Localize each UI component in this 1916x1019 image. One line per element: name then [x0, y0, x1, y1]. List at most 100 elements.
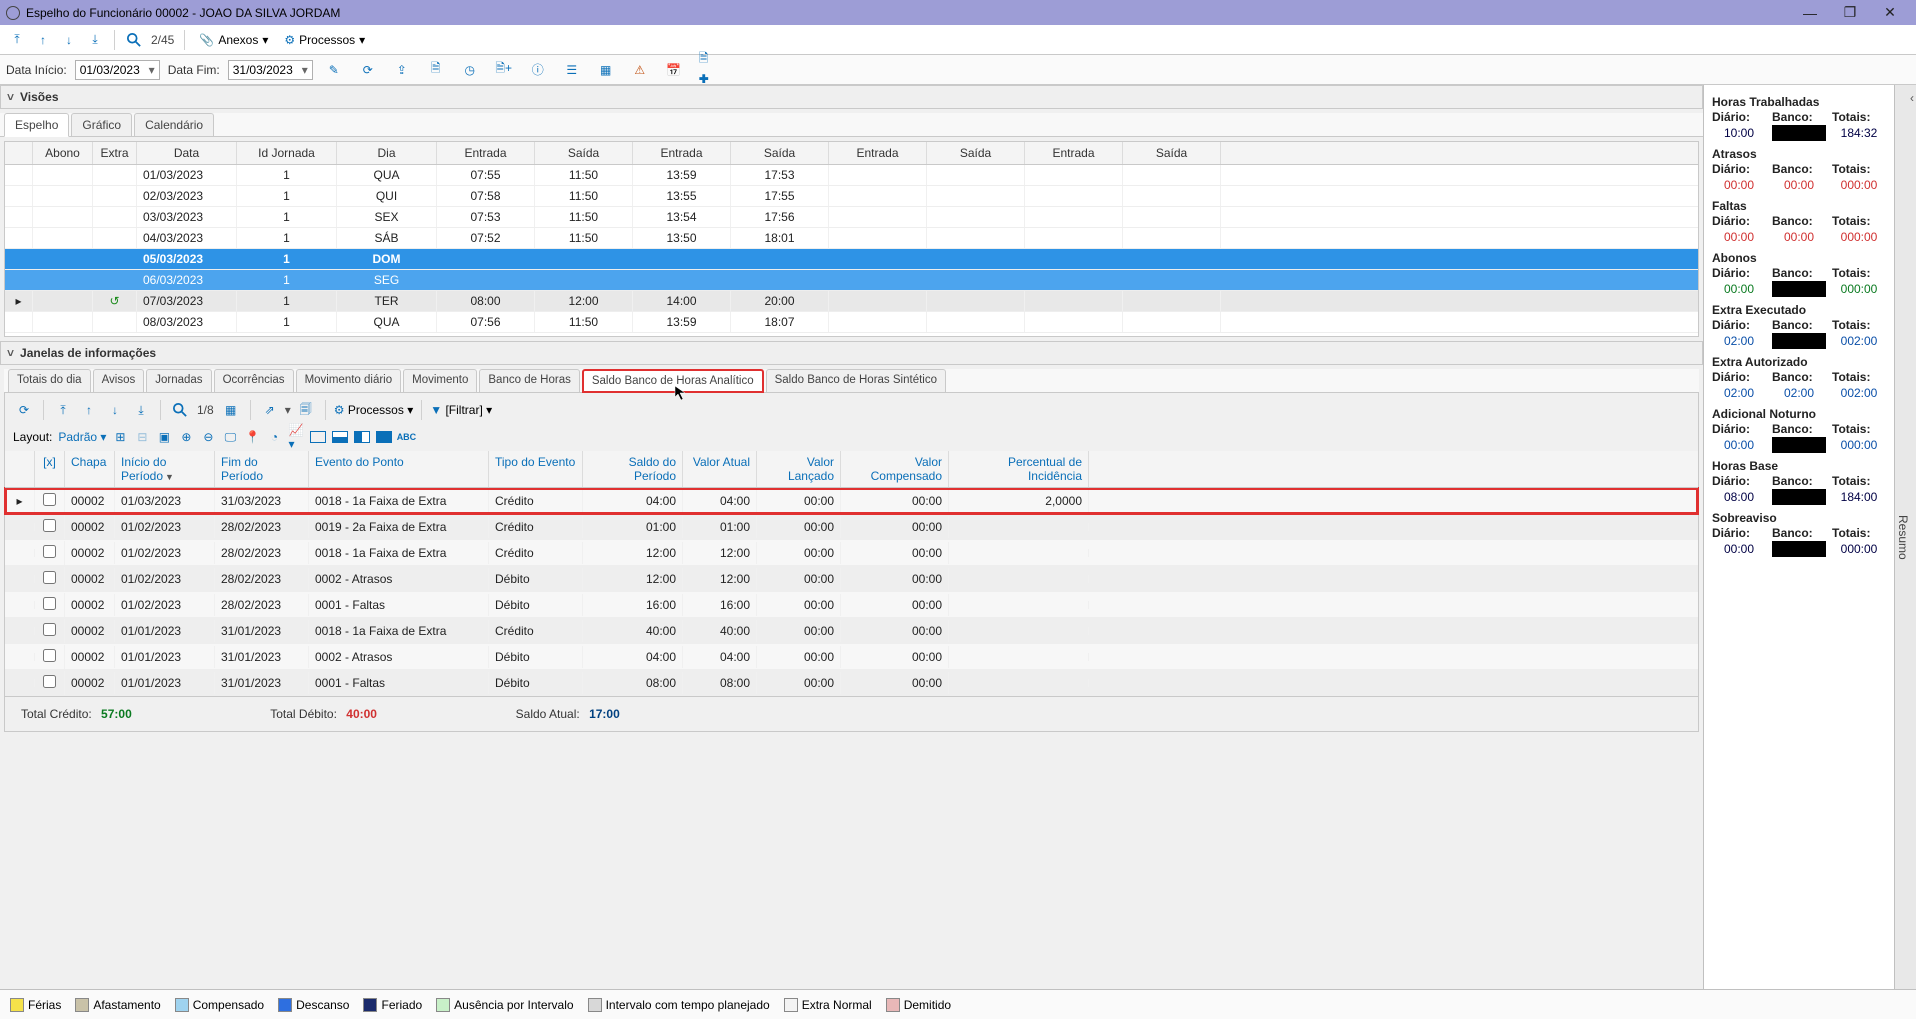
calendar-icon[interactable]: 📅 — [665, 61, 683, 79]
grid-row[interactable]: 01/03/20231QUA07:5511:5013:5917:53 — [5, 165, 1698, 186]
row-checkbox[interactable] — [43, 571, 56, 584]
clock-icon[interactable]: ◷ — [461, 61, 479, 79]
col-header[interactable]: Evento do Ponto — [309, 451, 489, 487]
tab-movimento-diário[interactable]: Movimento diário — [296, 369, 402, 392]
layout-icon[interactable]: ⊕ — [178, 429, 194, 445]
abc-icon[interactable]: ABC — [398, 429, 414, 445]
close-button[interactable]: ✕ — [1870, 4, 1910, 21]
row-checkbox[interactable] — [43, 649, 56, 662]
bottom-processos-dropdown[interactable]: ⚙ Processos ▾ — [334, 403, 414, 417]
next-icon[interactable]: ↓ — [104, 399, 126, 421]
janelas-header[interactable]: ˅ Janelas de informações — [0, 341, 1703, 365]
col-header[interactable]: Entrada — [829, 142, 927, 164]
filter-dropdown[interactable]: ▼ [Filtrar] ▾ — [430, 403, 492, 417]
start-date-input[interactable]: 01/03/2023▾ — [75, 60, 160, 80]
tab-saldo-banco-de-horas-analítico[interactable]: Saldo Banco de Horas Analítico — [582, 369, 764, 393]
row-checkbox[interactable] — [43, 675, 56, 688]
next-record-icon[interactable]: ↓ — [58, 29, 80, 51]
prev-icon[interactable]: ↑ — [78, 399, 100, 421]
edit-icon[interactable]: ✎ — [325, 61, 343, 79]
pin-icon[interactable]: 📍 — [244, 429, 260, 445]
row-checkbox[interactable] — [43, 545, 56, 558]
last-icon[interactable]: ⤓ — [130, 399, 152, 421]
grid-row[interactable]: 05/03/20231DOM — [5, 249, 1698, 270]
col-header[interactable]: Data — [137, 142, 237, 164]
tab-avisos[interactable]: Avisos — [93, 369, 145, 392]
table-row[interactable]: 0000201/02/202328/02/20230018 - 1a Faixa… — [5, 540, 1698, 566]
col-header[interactable]: Início do Período▼ — [115, 451, 215, 487]
visoes-header[interactable]: ˅ Visões — [0, 85, 1703, 109]
col-header[interactable]: Id Jornada — [237, 142, 337, 164]
col-header[interactable]: Entrada — [1025, 142, 1123, 164]
export-icon[interactable]: ⇗ — [259, 399, 281, 421]
refresh-icon[interactable]: ⟳ — [359, 61, 377, 79]
col-header[interactable]: Saldo do Período — [583, 451, 683, 487]
col-header[interactable]: Saída — [1123, 142, 1221, 164]
layout-icon[interactable]: ⊖ — [200, 429, 216, 445]
layout-icon[interactable]: ▣ — [156, 429, 172, 445]
table-row[interactable]: 0000201/01/202331/01/20230002 - AtrasosD… — [5, 644, 1698, 670]
grid-row[interactable]: 03/03/20231SEX07:5311:5013:5417:56 — [5, 207, 1698, 228]
row-checkbox[interactable] — [43, 623, 56, 636]
processos-dropdown[interactable]: ⚙ Processos ▾ — [278, 31, 371, 49]
tab-gráfico[interactable]: Gráfico — [71, 113, 132, 136]
table-row[interactable]: 0000201/01/202331/01/20230018 - 1a Faixa… — [5, 618, 1698, 644]
col-header[interactable]: [x] — [35, 451, 65, 487]
tab-banco-de-horas[interactable]: Banco de Horas — [479, 369, 579, 392]
chart-icon[interactable]: 📈▾ — [288, 429, 304, 445]
col-header[interactable]: Valor Atual — [683, 451, 757, 487]
tab-saldo-banco-de-horas-sintético[interactable]: Saldo Banco de Horas Sintético — [766, 369, 946, 392]
chevron-down-icon[interactable]: ▾ — [285, 403, 291, 417]
grid-row[interactable]: 08/03/20231QUA07:5611:5013:5918:07 — [5, 312, 1698, 333]
col-header[interactable]: Valor Compensado — [841, 451, 949, 487]
table-row[interactable]: 0000201/02/202328/02/20230019 - 2a Faixa… — [5, 514, 1698, 540]
list-icon[interactable]: ☰ — [563, 61, 581, 79]
tab-espelho[interactable]: Espelho — [4, 113, 69, 137]
add-layout-icon[interactable]: ⊞ — [112, 429, 128, 445]
col-header[interactable]: Tipo do Evento — [489, 451, 583, 487]
col-header[interactable] — [5, 142, 33, 164]
first-record-icon[interactable]: ⤒ — [6, 29, 28, 51]
table-row[interactable]: 0000201/02/202328/02/20230002 - AtrasosD… — [5, 566, 1698, 592]
anexos-dropdown[interactable]: 📎 Anexos ▾ — [193, 31, 274, 49]
col-header[interactable]: Valor Lançado — [757, 451, 841, 487]
refresh-icon[interactable]: ⟳ — [13, 399, 35, 421]
tab-totais-do-dia[interactable]: Totais do dia — [8, 369, 91, 392]
tab-jornadas[interactable]: Jornadas — [146, 369, 211, 392]
col-header[interactable]: Extra — [93, 142, 137, 164]
row-checkbox[interactable] — [43, 493, 56, 506]
first-icon[interactable]: ⤒ — [52, 399, 74, 421]
monitor-icon[interactable]: 🖵 — [222, 429, 238, 445]
grid-body[interactable]: 01/03/20231QUA07:5511:5013:5917:5302/03/… — [5, 165, 1698, 336]
info-icon[interactable]: ⓘ — [529, 61, 547, 79]
grid-row[interactable]: ▸↺07/03/20231TER08:0012:0014:0020:00 — [5, 291, 1698, 312]
grid-icon[interactable]: ▦ — [597, 61, 615, 79]
grid-row[interactable]: 02/03/20231QUI07:5811:5013:5517:55 — [5, 186, 1698, 207]
col-header[interactable]: Saída — [927, 142, 1025, 164]
maximize-button[interactable]: ❐ — [1830, 4, 1870, 21]
col-header[interactable]: Dia — [337, 142, 437, 164]
col-header[interactable]: Fim do Período — [215, 451, 309, 487]
col-header[interactable] — [5, 451, 35, 487]
saldo-grid-body[interactable]: ▸0000201/03/202331/03/20230018 - 1a Faix… — [5, 488, 1698, 696]
table-row[interactable]: ▸0000201/03/202331/03/20230018 - 1a Faix… — [5, 488, 1698, 514]
new-doc-icon[interactable]: 🗎✚ — [699, 61, 717, 79]
col-header[interactable]: Chapa — [65, 451, 115, 487]
table-row[interactable]: 0000201/02/202328/02/20230001 - FaltasDé… — [5, 592, 1698, 618]
add-doc-icon[interactable]: 🗎+ — [495, 61, 513, 79]
col-header[interactable]: Entrada — [437, 142, 535, 164]
col-header[interactable]: Saída — [731, 142, 829, 164]
search-icon[interactable] — [169, 399, 191, 421]
col-header[interactable]: Entrada — [633, 142, 731, 164]
export-icon[interactable]: ⇪ — [393, 61, 411, 79]
layout-dropdown[interactable]: Padrão ▾ — [58, 430, 106, 444]
resumo-collapse-tab[interactable]: ‹ Resumo — [1894, 85, 1916, 989]
minimize-button[interactable]: — — [1790, 5, 1830, 21]
col-header[interactable]: Saída — [535, 142, 633, 164]
view-selected-icon[interactable] — [376, 431, 392, 443]
view-split-h-icon[interactable] — [332, 431, 348, 443]
copy-icon[interactable]: 🗐 — [295, 399, 317, 421]
warning-icon[interactable]: ⚠ — [631, 61, 649, 79]
row-checkbox[interactable] — [43, 597, 56, 610]
save-icon[interactable]: 🗎 — [427, 61, 445, 79]
